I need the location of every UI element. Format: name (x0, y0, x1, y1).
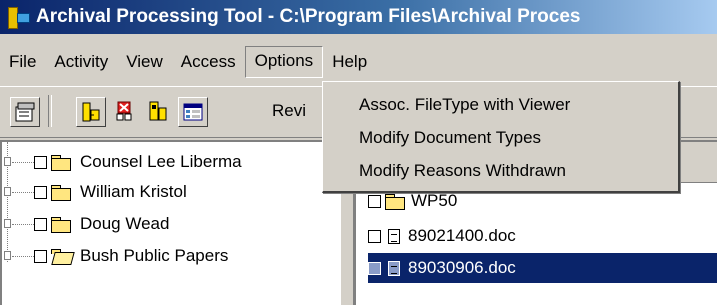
properties-button[interactable] (10, 97, 40, 127)
tree-item[interactable]: William Kristol (2, 177, 187, 207)
menu-options[interactable]: Options (244, 46, 324, 78)
document-icon (388, 228, 400, 244)
menu-access[interactable]: Access (172, 47, 245, 77)
file-item-label: WP50 (411, 191, 458, 210)
window-title: Archival Processing Tool - C:\Program Fi… (36, 6, 581, 27)
list-view-button[interactable] (178, 97, 208, 127)
tree-item-checkbox[interactable] (34, 185, 47, 199)
tree-item[interactable]: Bush Public Papers (2, 241, 228, 271)
tree-item-label: Doug Wead (80, 214, 170, 233)
file-item-checkbox[interactable] (368, 229, 381, 243)
withdraw-icon (116, 101, 132, 121)
open-folder-icon (51, 248, 75, 265)
tree-connector (12, 162, 34, 163)
list-view-icon (183, 103, 203, 121)
tree-item-checkbox[interactable] (34, 217, 47, 231)
tree-expand-toggle[interactable] (4, 187, 11, 196)
review-button[interactable] (144, 97, 172, 125)
menu-bar: File Activity View Access Options Help (0, 45, 717, 79)
menu-activity[interactable]: Activity (45, 47, 117, 77)
folder-icon (51, 184, 71, 201)
tree-connector (12, 256, 34, 257)
collection-button[interactable] (76, 97, 106, 127)
file-item-checkbox[interactable] (368, 194, 381, 208)
document-icon (388, 260, 400, 276)
collection-icon (82, 102, 100, 122)
tree-expand-toggle[interactable] (4, 157, 11, 166)
menu-item-modify-reasons-withdrawn[interactable]: Modify Reasons Withdrawn (323, 154, 678, 187)
collection-tree[interactable]: Counsel Lee Liberma William Kristol Doug… (0, 140, 340, 305)
toolbar-label: Revi (272, 101, 307, 120)
toolbar-separator (48, 95, 52, 127)
file-item-label: 89021400.doc (408, 226, 516, 245)
menu-item-assoc-filetype[interactable]: Assoc. FileType with Viewer (323, 88, 678, 121)
tree-item-label: Bush Public Papers (80, 246, 229, 265)
tree-connector (12, 224, 34, 225)
tree-connector (12, 192, 34, 193)
file-item-selected[interactable]: 89030906.doc (368, 253, 717, 283)
menu-file[interactable]: File (0, 47, 45, 77)
title-bar[interactable]: Archival Processing Tool - C:\Program Fi… (0, 0, 717, 34)
review-icon (149, 101, 167, 121)
tree-item-label: William Kristol (80, 182, 187, 201)
tree-item[interactable]: Counsel Lee Liberma (2, 147, 242, 177)
tree-item-checkbox[interactable] (34, 249, 47, 263)
tree-item-label: Counsel Lee Liberma (80, 152, 242, 171)
file-item[interactable]: 89021400.doc (368, 221, 717, 251)
menu-help[interactable]: Help (323, 47, 376, 77)
file-item-label: 89030906.doc (408, 258, 516, 277)
file-item-checkbox[interactable] (368, 261, 381, 275)
folder-icon (385, 193, 405, 210)
menu-item-modify-document-types[interactable]: Modify Document Types (323, 121, 678, 154)
tree-expand-toggle[interactable] (4, 219, 11, 228)
app-icon[interactable] (6, 5, 30, 29)
tree-item[interactable]: Doug Wead (2, 209, 169, 239)
tree-item-checkbox[interactable] (34, 155, 47, 169)
folder-icon (51, 216, 71, 233)
withdraw-button[interactable] (110, 97, 138, 125)
menu-view[interactable]: View (117, 47, 172, 77)
properties-icon (15, 102, 35, 122)
options-menu: Assoc. FileType with Viewer Modify Docum… (322, 81, 680, 193)
folder-icon (51, 154, 71, 171)
tree-expand-toggle[interactable] (4, 251, 11, 260)
